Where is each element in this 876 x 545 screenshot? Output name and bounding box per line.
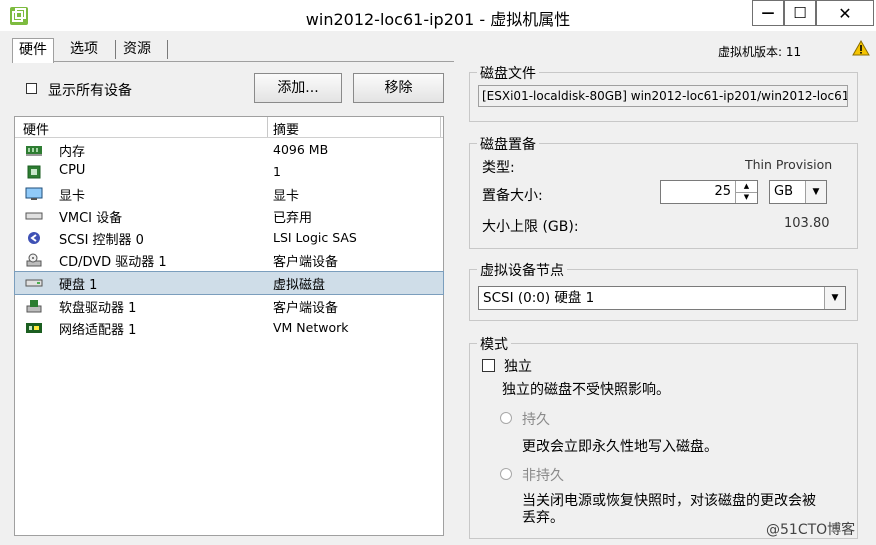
persistent-label: 持久 bbox=[522, 412, 550, 428]
hardware-name: SCSI 控制器 0 bbox=[59, 233, 144, 248]
disk-file-path-field[interactable]: [ESXi01-localdisk-80GB] win2012-loc61-ip… bbox=[478, 85, 848, 107]
hardware-summary: 4096 MB bbox=[273, 142, 329, 157]
independent-label: 独立 bbox=[504, 359, 532, 375]
table-row[interactable]: 网络适配器 1 VM Network bbox=[15, 317, 443, 339]
group-label: 虚拟设备节点 bbox=[477, 260, 567, 280]
column-header-summary[interactable]: 摘要 bbox=[273, 119, 299, 138]
device-node-select[interactable]: SCSI (0:0) 硬盘 1 ▼ bbox=[478, 286, 846, 310]
hardware-summary: 显卡 bbox=[273, 189, 300, 204]
title-bar: win2012-loc61-ip201 - 虚拟机属性 — ☐ ✕ bbox=[0, 0, 876, 31]
show-all-devices-checkbox[interactable] bbox=[26, 83, 37, 94]
nonpersistent-radio[interactable] bbox=[500, 468, 512, 480]
hardware-name: 网络适配器 1 bbox=[59, 323, 137, 338]
chevron-down-icon[interactable]: ▼ bbox=[824, 287, 845, 309]
tab-resources[interactable]: 资源 bbox=[117, 38, 157, 61]
provisioned-size-label: 置备大小: bbox=[482, 188, 543, 204]
table-row[interactable]: 显卡 显卡 bbox=[15, 183, 443, 205]
column-divider[interactable] bbox=[267, 117, 268, 137]
watermark: @51CTO博客 bbox=[766, 522, 856, 538]
chevron-down-icon[interactable]: ▼ bbox=[805, 181, 826, 203]
close-icon: ✕ bbox=[838, 3, 852, 23]
tab-divider bbox=[167, 40, 168, 59]
maximize-button[interactable]: ☐ bbox=[784, 0, 816, 26]
add-button[interactable]: 添加... bbox=[254, 73, 342, 103]
hardware-summary: 客户端设备 bbox=[273, 301, 339, 316]
type-value: Thin Provision bbox=[745, 157, 833, 172]
floppy-icon bbox=[26, 300, 42, 313]
group-label: 磁盘置备 bbox=[477, 134, 539, 154]
cpu-icon bbox=[27, 165, 41, 179]
minimize-button[interactable]: — bbox=[752, 0, 784, 26]
max-size-label: 大小上限 (GB): bbox=[482, 219, 579, 235]
size-unit-select[interactable]: GB ▼ bbox=[769, 180, 827, 204]
max-size-value: 103.80 bbox=[784, 216, 830, 231]
maximize-icon: ☐ bbox=[793, 4, 807, 22]
network-adapter-icon bbox=[26, 323, 42, 333]
video-card-icon bbox=[25, 187, 43, 200]
hardware-summary: 已弃用 bbox=[273, 211, 313, 226]
minimize-icon: — bbox=[761, 5, 775, 21]
table-row[interactable]: CPU 1 bbox=[15, 161, 443, 183]
provisioned-size-spinner[interactable]: 25 ▲ ▼ bbox=[660, 180, 758, 204]
column-divider[interactable] bbox=[440, 117, 441, 137]
remove-button[interactable]: 移除 bbox=[353, 73, 444, 103]
table-header: 硬件 摘要 bbox=[15, 117, 443, 138]
nonpersistent-description-line1: 当关闭电源或恢复快照时，对该磁盘的更改会被 bbox=[522, 493, 816, 509]
hardware-name: CD/DVD 驱动器 1 bbox=[59, 255, 167, 270]
hardware-name: 硬盘 1 bbox=[59, 278, 98, 293]
hard-disk-icon bbox=[25, 279, 43, 287]
hardware-name: 显卡 bbox=[59, 189, 86, 204]
table-row[interactable]: 内存 4096 MB bbox=[15, 139, 443, 161]
column-header-hardware[interactable]: 硬件 bbox=[23, 119, 49, 138]
vmci-icon bbox=[25, 212, 43, 220]
memory-icon bbox=[26, 146, 42, 156]
independent-description: 独立的磁盘不受快照影响。 bbox=[502, 382, 670, 398]
table-row[interactable]: 软盘驱动器 1 客户端设备 bbox=[15, 295, 443, 317]
spin-down-icon[interactable]: ▼ bbox=[736, 193, 757, 204]
nonpersistent-label: 非持久 bbox=[522, 468, 564, 484]
table-row[interactable]: VMCI 设备 已弃用 bbox=[15, 205, 443, 227]
tab-divider bbox=[115, 40, 116, 59]
cd-dvd-icon bbox=[26, 253, 42, 267]
warning-icon[interactable] bbox=[852, 40, 870, 56]
hardware-summary: VM Network bbox=[273, 320, 349, 335]
hardware-summary: LSI Logic SAS bbox=[273, 230, 357, 245]
hardware-table: 硬件 摘要 内存 4096 MB CPU 1 显卡 显卡 VMCI 设备 已弃用… bbox=[14, 116, 444, 536]
spin-up-icon[interactable]: ▲ bbox=[736, 181, 757, 193]
nonpersistent-description-line2: 丢弃。 bbox=[522, 510, 564, 526]
table-row-selected[interactable]: 硬盘 1 虚拟磁盘 bbox=[14, 271, 444, 295]
size-unit-value: GB bbox=[774, 184, 793, 199]
hardware-name: CPU bbox=[59, 163, 86, 178]
close-button[interactable]: ✕ bbox=[816, 0, 874, 26]
hardware-summary: 虚拟磁盘 bbox=[273, 278, 326, 293]
hardware-summary: 客户端设备 bbox=[273, 255, 339, 270]
hardware-summary: 1 bbox=[273, 164, 281, 179]
size-value[interactable]: 25 bbox=[661, 181, 735, 203]
tab-options[interactable]: 选项 bbox=[64, 38, 104, 61]
hardware-name: 内存 bbox=[59, 145, 86, 160]
table-row[interactable]: CD/DVD 驱动器 1 客户端设备 bbox=[15, 249, 443, 271]
window-title: win2012-loc61-ip201 - 虚拟机属性 bbox=[305, 10, 571, 29]
show-all-devices-label: 显示所有设备 bbox=[48, 83, 132, 99]
group-label: 磁盘文件 bbox=[477, 63, 539, 83]
device-node-value: SCSI (0:0) 硬盘 1 bbox=[483, 290, 595, 306]
tab-strip-line bbox=[12, 61, 454, 62]
table-row[interactable]: SCSI 控制器 0 LSI Logic SAS bbox=[15, 227, 443, 249]
vm-version-label: 虚拟机版本: 11 bbox=[718, 45, 802, 59]
tab-hardware[interactable]: 硬件 bbox=[12, 38, 54, 63]
independent-checkbox[interactable] bbox=[482, 359, 495, 372]
persistent-radio[interactable] bbox=[500, 412, 512, 424]
group-label: 模式 bbox=[477, 334, 511, 354]
hardware-name: VMCI 设备 bbox=[59, 211, 123, 226]
spinner-arrows[interactable]: ▲ ▼ bbox=[735, 181, 757, 203]
scsi-controller-icon bbox=[28, 232, 40, 244]
persistent-description: 更改会立即永久性地写入磁盘。 bbox=[522, 439, 718, 455]
hardware-name: 软盘驱动器 1 bbox=[59, 301, 137, 316]
type-label: 类型: bbox=[482, 160, 515, 176]
